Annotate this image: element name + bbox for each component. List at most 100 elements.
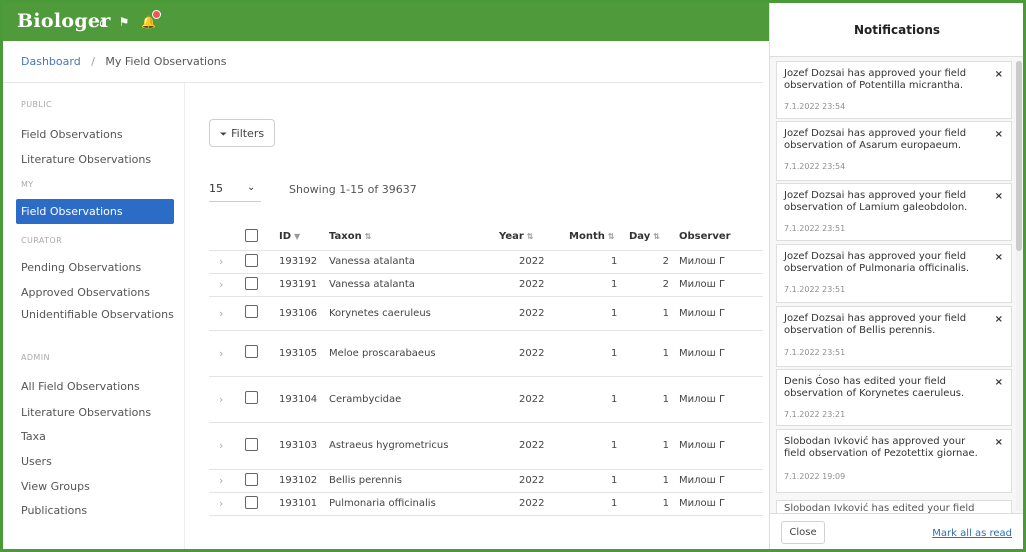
table-row[interactable]: › 193101 Pulmonaria officinalis 2022 1 1… <box>209 492 763 516</box>
row-checkbox-cell <box>237 492 279 516</box>
notification-card[interactable]: Jozef Dozsai has approved your field obs… <box>776 183 1012 241</box>
dismiss-notification-icon[interactable]: × <box>995 437 1003 448</box>
row-checkbox-cell <box>237 330 279 377</box>
dismiss-notification-icon[interactable]: × <box>995 191 1003 202</box>
notification-text: Jozef Dozsai has approved your field obs… <box>784 68 967 91</box>
row-year: 2022 <box>499 469 569 493</box>
expand-row-icon[interactable]: › <box>209 469 237 493</box>
notification-time: 7.1.2022 19:09 <box>784 472 846 481</box>
expand-row-icon[interactable]: › <box>209 422 237 470</box>
notification-card[interactable]: Denis Ćoso has edited your field observa… <box>776 369 1012 426</box>
notification-card[interactable]: Slobodan Ivković has approved your field… <box>776 429 1012 493</box>
table-row[interactable]: › 193191 Vanessa atalanta 2022 1 2 Милош… <box>209 273 763 297</box>
row-id: 193102 <box>279 469 329 493</box>
row-month: 1 <box>569 469 629 493</box>
notification-time: 7.1.2022 23:54 <box>784 102 846 111</box>
observer-column-header[interactable]: Observer <box>679 224 763 251</box>
table-row[interactable]: › 193105 Meloe proscarabaeus 2022 1 1 Ми… <box>209 330 763 377</box>
sidebar-item-approved-observations[interactable]: Approved Observations <box>21 286 179 299</box>
row-taxon: Astraeus hygrometricus <box>329 422 499 470</box>
row-checkbox[interactable] <box>245 437 258 451</box>
flag-icon[interactable]: ⚑ <box>119 15 130 29</box>
row-observer: Милош Г <box>679 296 763 331</box>
row-id: 193101 <box>279 492 329 516</box>
dismiss-notification-icon[interactable]: × <box>995 377 1003 388</box>
row-checkbox-cell <box>237 376 279 423</box>
row-year: 2022 <box>499 296 569 331</box>
chevron-down-icon: ⌄ <box>247 182 256 193</box>
row-checkbox[interactable] <box>245 495 258 509</box>
row-checkbox[interactable] <box>245 305 258 318</box>
notification-card[interactable]: Jozef Dozsai has approved your field obs… <box>776 61 1012 119</box>
dismiss-notification-icon[interactable]: × <box>995 252 1003 263</box>
filter-icon: ⏷ <box>219 130 228 140</box>
sidebar-item-pending-observations[interactable]: Pending Observations <box>21 261 179 274</box>
observations-table: ID ▼ Taxon ⇅ Year ⇅ Month ⇅ Day ⇅ Observer › … <box>209 224 763 516</box>
month-column-header[interactable]: Month ⇅ <box>569 224 629 251</box>
sidebar-item-admin-literature-observations[interactable]: Literature Observations <box>21 406 179 419</box>
dismiss-notification-icon[interactable]: × <box>995 314 1003 325</box>
row-observer: Милош Г <box>679 273 763 297</box>
sidebar-item-field-observations[interactable]: Field Observations <box>21 128 179 141</box>
table-row[interactable]: › 193192 Vanessa atalanta 2022 1 2 Милош… <box>209 250 763 274</box>
dismiss-notification-icon[interactable]: × <box>995 69 1003 80</box>
row-checkbox[interactable] <box>245 472 258 486</box>
table-row[interactable]: › 193106 Korynetes caeruleus 2022 1 1 Ми… <box>209 296 763 331</box>
row-checkbox[interactable] <box>245 253 258 267</box>
notification-card[interactable]: Jozef Dozsai has approved your field obs… <box>776 121 1012 181</box>
row-month: 1 <box>569 273 629 297</box>
taxon-column-header[interactable]: Taxon ⇅ <box>329 224 499 251</box>
close-notifications-button[interactable]: Close <box>781 521 825 544</box>
row-id: 193103 <box>279 422 329 470</box>
expand-row-icon[interactable]: › <box>209 492 237 516</box>
sidebar-item-my-field-observations[interactable]: Field Observations <box>16 199 174 224</box>
select-all-checkbox[interactable] <box>245 228 258 242</box>
sidebar-item-publications[interactable]: Publications <box>21 504 179 517</box>
row-year: 2022 <box>499 330 569 377</box>
sidebar-section-public: PUBLIC <box>21 100 52 109</box>
notification-card[interactable]: Jozef Dozsai has approved your field obs… <box>776 306 1012 367</box>
expand-row-icon[interactable]: › <box>209 273 237 297</box>
mark-all-as-read-link[interactable]: Mark all as read <box>932 528 1012 539</box>
table-row[interactable]: › 193102 Bellis perennis 2022 1 1 Милош … <box>209 469 763 493</box>
notifications-scrollbar[interactable] <box>1016 61 1022 511</box>
expand-row-icon[interactable]: › <box>209 376 237 423</box>
row-day: 1 <box>629 422 679 470</box>
row-checkbox-cell <box>237 422 279 470</box>
notification-time: 7.1.2022 23:51 <box>784 285 846 294</box>
sidebar-item-view-groups[interactable]: View Groups <box>21 480 179 493</box>
row-checkbox[interactable] <box>245 276 258 290</box>
notification-card[interactable]: Jozef Dozsai has approved your field obs… <box>776 244 1012 303</box>
dismiss-notification-icon[interactable]: × <box>995 129 1003 140</box>
row-checkbox[interactable] <box>245 391 258 404</box>
row-year: 2022 <box>499 250 569 274</box>
breadcrumb-dashboard-link[interactable]: Dashboard <box>21 55 81 68</box>
row-year: 2022 <box>499 492 569 516</box>
expand-row-icon[interactable]: › <box>209 296 237 331</box>
sidebar-item-all-field-observations[interactable]: All Field Observations <box>21 380 179 393</box>
notifications-scroll-thumb[interactable] <box>1016 61 1022 251</box>
row-checkbox[interactable] <box>245 345 258 358</box>
sidebar-item-taxa[interactable]: Taxa <box>21 430 179 443</box>
sort-descending-icon: ▼ <box>294 232 301 242</box>
day-column-header[interactable]: Day ⇅ <box>629 224 679 251</box>
per-page-select[interactable]: 15 ⌄ <box>209 182 261 202</box>
row-observer: Милош Г <box>679 492 763 516</box>
table-row[interactable]: › 193104 Cerambycidae 2022 1 1 Милош Г <box>209 376 763 423</box>
home-icon[interactable]: ⌂ <box>99 15 107 29</box>
expand-row-icon[interactable]: › <box>209 250 237 274</box>
sidebar-item-literature-observations[interactable]: Literature Observations <box>21 153 179 166</box>
id-column-header[interactable]: ID ▼ <box>279 224 329 251</box>
expand-row-icon[interactable]: › <box>209 330 237 377</box>
filters-button[interactable]: ⏷ Filters <box>209 119 275 147</box>
sidebar-item-users[interactable]: Users <box>21 455 179 468</box>
sidebar-section-curator: CURATOR <box>21 236 63 245</box>
table-row[interactable]: › 193103 Astraeus hygrometricus 2022 1 1… <box>209 422 763 470</box>
sidebar-item-unidentifiable-observations[interactable]: Unidentifiable Observations <box>21 308 179 336</box>
bell-icon[interactable]: 🔔 <box>141 10 162 29</box>
year-column-header[interactable]: Year ⇅ <box>499 224 569 251</box>
notification-text: Jozef Dozsai has approved your field obs… <box>784 190 968 213</box>
row-month: 1 <box>569 376 629 423</box>
brand-logo[interactable]: Biologer <box>17 10 111 32</box>
breadcrumb-current: My Field Observations <box>105 55 227 68</box>
